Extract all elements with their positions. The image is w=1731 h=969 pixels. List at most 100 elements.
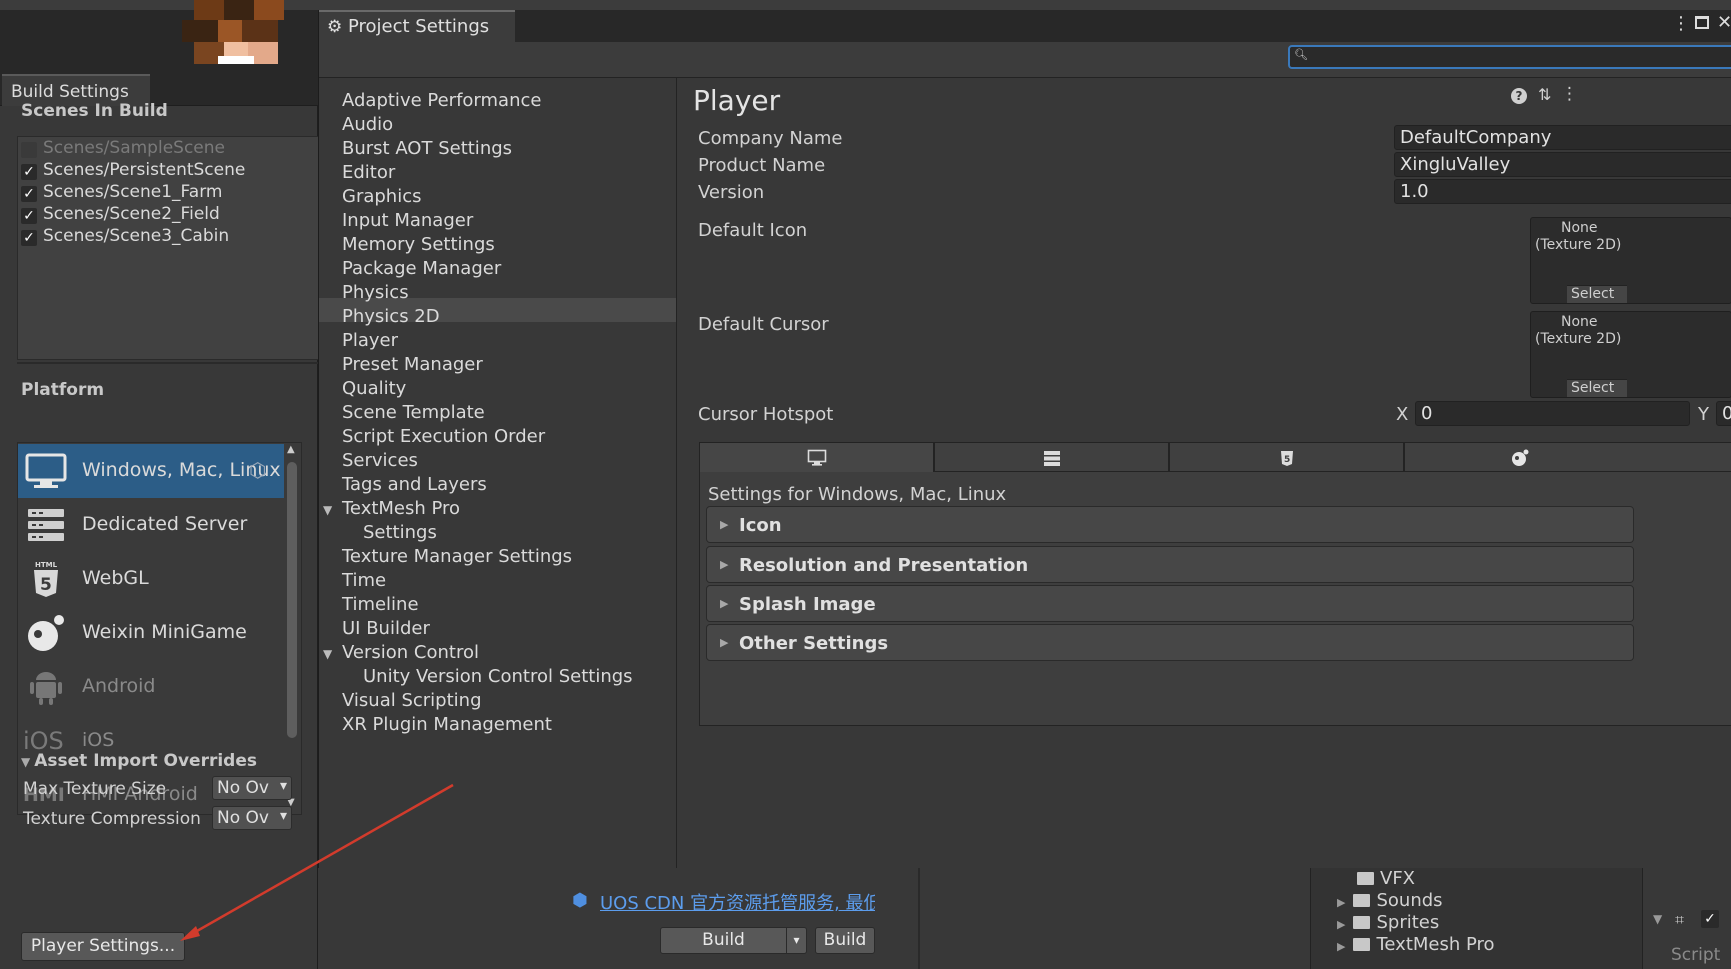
settings-nav-item[interactable]: Version Control [342,642,479,666]
settings-nav-item[interactable]: Script Execution Order [342,426,545,450]
platform-item-android[interactable]: Android [18,660,284,714]
scene-checkbox[interactable]: ✓ [21,230,37,246]
settings-nav-item[interactable]: Settings [363,522,437,546]
settings-nav-item[interactable]: Timeline [342,594,419,618]
settings-nav-item[interactable]: Physics 2D [342,306,440,330]
settings-nav-item[interactable]: Visual Scripting [342,690,482,714]
settings-nav-item[interactable]: UI Builder [342,618,430,642]
default-icon-texture-field[interactable]: None (Texture 2D) Select [1530,217,1731,304]
platform-item-windows[interactable]: Windows, Mac, Linux ⬡ [18,444,284,498]
version-field[interactable]: 1.0 [1394,179,1731,204]
settings-nav-item[interactable]: Graphics [342,186,422,210]
script-label: Script [1671,945,1721,965]
scrollbar-thumb[interactable] [287,462,297,738]
settings-nav-item[interactable]: Package Manager [342,258,501,282]
platform-item-webgl[interactable]: HTML 5 WebGL [18,552,284,606]
foldout-arrow-icon[interactable]: ▼ [323,647,332,661]
foldout-other-settings-section[interactable]: Other Settings [706,624,1634,661]
html5-icon: HTML 5 [25,560,67,598]
settings-nav-item[interactable]: Adaptive Performance [342,90,541,114]
settings-nav-item[interactable]: XR Plugin Management [342,714,552,738]
default-cursor-texture-field[interactable]: None (Texture 2D) Select [1530,311,1731,398]
hotspot-y-field[interactable]: 0 [1716,401,1731,426]
settings-nav-item[interactable]: Unity Version Control Settings [363,666,633,690]
texture-type-text: (Texture 2D) [1535,331,1622,347]
build-button[interactable]: Build ▾ [660,927,807,954]
server-icon [1042,448,1062,468]
settings-nav-item[interactable]: Player [342,330,398,354]
hotspot-x-label[interactable]: X [1396,404,1408,425]
search-input[interactable]: 🔍︎ [1288,45,1731,69]
gear-icon: ⚙ [327,17,343,37]
tab-platform-server[interactable] [934,442,1169,472]
scene-checkbox[interactable] [21,142,37,158]
project-settings-tab-label: Project Settings [347,16,490,37]
settings-nav-item[interactable]: Services [342,450,418,474]
expand-arrow-icon[interactable]: ▶ [1337,896,1345,909]
build-button-label: Build [702,930,745,950]
tab-platform-webgl[interactable]: 5 [1169,442,1404,472]
help-icon[interactable]: ? [1511,88,1527,104]
texture-select-button[interactable]: Select [1567,285,1627,303]
settings-nav-item[interactable]: Time [342,570,386,594]
scene-checkbox[interactable]: ✓ [21,164,37,180]
settings-nav-item[interactable]: Quality [342,378,406,402]
expand-arrow-icon[interactable]: ▶ [1337,940,1345,953]
foldout-resolution-section[interactable]: Resolution and Presentation [706,546,1634,583]
build-and-run-button[interactable]: Build [815,927,875,954]
settings-nav-item[interactable]: Tags and Layers [342,474,487,498]
settings-nav-item[interactable]: Physics [342,282,409,306]
folder-row-sounds[interactable]: ▶ Sounds [1337,890,1443,911]
folder-row-vfx[interactable]: VFX [1357,868,1415,889]
company-name-label: Company Name [698,128,843,149]
settings-nav-item[interactable]: Scene Template [342,402,485,426]
expand-arrow-icon[interactable]: ▶ [1337,918,1345,931]
settings-nav-item[interactable]: Burst AOT Settings [342,138,512,162]
project-settings-window: ⚙ Project Settings ⋮ ✕ 🔍︎ Adaptive Perfo… [318,10,1731,868]
platform-item-dedicated-server[interactable]: Dedicated Server [18,498,284,552]
maximize-icon[interactable] [1695,16,1709,29]
settings-nav: Adaptive Performance Audio Burst AOT Setti… [319,78,677,868]
folder-row-textmesh-pro[interactable]: ▶ TextMesh Pro [1337,934,1495,955]
max-texture-dropdown[interactable]: No Ov [212,776,292,800]
hotspot-y-label[interactable]: Y [1698,404,1709,425]
asset-import-header[interactable]: ▼ Asset Import Overrides [21,751,257,771]
settings-nav-item[interactable]: Editor [342,162,395,186]
tab-project-settings[interactable]: ⚙ Project Settings [319,10,515,42]
scene-name: Scenes/SampleScene [43,138,225,158]
uos-cdn-link[interactable]: UOS CDN 官方资源托管服务, 最低0.( [600,889,875,915]
settings-nav-item[interactable]: Memory Settings [342,234,495,258]
scene-checkbox[interactable]: ✓ [21,186,37,202]
platform-label: Weixin MiniGame [82,621,247,643]
preset-icon[interactable]: ⇅ [1538,85,1551,104]
settings-nav-item[interactable]: Input Manager [342,210,473,234]
close-icon[interactable]: ✕ [1717,12,1731,33]
kebab-menu-icon[interactable]: ⋮ [1672,13,1690,34]
foldout-icon-section[interactable]: Icon [706,506,1634,543]
inspector-strip: ▼ ⌗ ✓ Script [1642,868,1731,969]
tab-platform-weixin[interactable] [1404,442,1731,472]
scene-name: Scenes/Scene2_Field [43,204,220,224]
settings-nav-item[interactable]: Texture Manager Settings [342,546,572,570]
product-name-field[interactable]: XingluValley [1394,152,1731,177]
foldout-arrow-icon[interactable]: ▼ [323,503,332,517]
hotspot-x-field[interactable]: 0 [1415,401,1690,426]
build-dropdown-arrow-icon[interactable]: ▾ [786,928,806,953]
company-name-field[interactable]: DefaultCompany [1394,125,1731,150]
settings-nav-item[interactable]: TextMesh Pro [342,498,460,522]
platform-item-weixin[interactable]: Weixin MiniGame [18,606,284,660]
texture-compression-dropdown[interactable]: No Ov [212,806,292,830]
component-enabled-checkbox[interactable]: ✓ [1701,910,1719,928]
scroll-up-icon[interactable]: ▲ [287,444,295,455]
asset-import-label: Asset Import Overrides [34,751,257,771]
tab-platform-standalone[interactable] [699,442,934,472]
folder-row-sprites[interactable]: ▶ Sprites [1337,912,1439,933]
more-options-icon[interactable]: ⋮ [1561,84,1578,104]
texture-select-button[interactable]: Select [1567,379,1627,397]
settings-nav-item[interactable]: Audio [342,114,393,138]
foldout-arrow-icon[interactable]: ▼ [1653,912,1662,926]
player-settings-button[interactable]: Player Settings... [21,932,185,961]
settings-nav-item[interactable]: Preset Manager [342,354,483,378]
foldout-splash-section[interactable]: Splash Image [706,585,1634,622]
scene-checkbox[interactable]: ✓ [21,208,37,224]
